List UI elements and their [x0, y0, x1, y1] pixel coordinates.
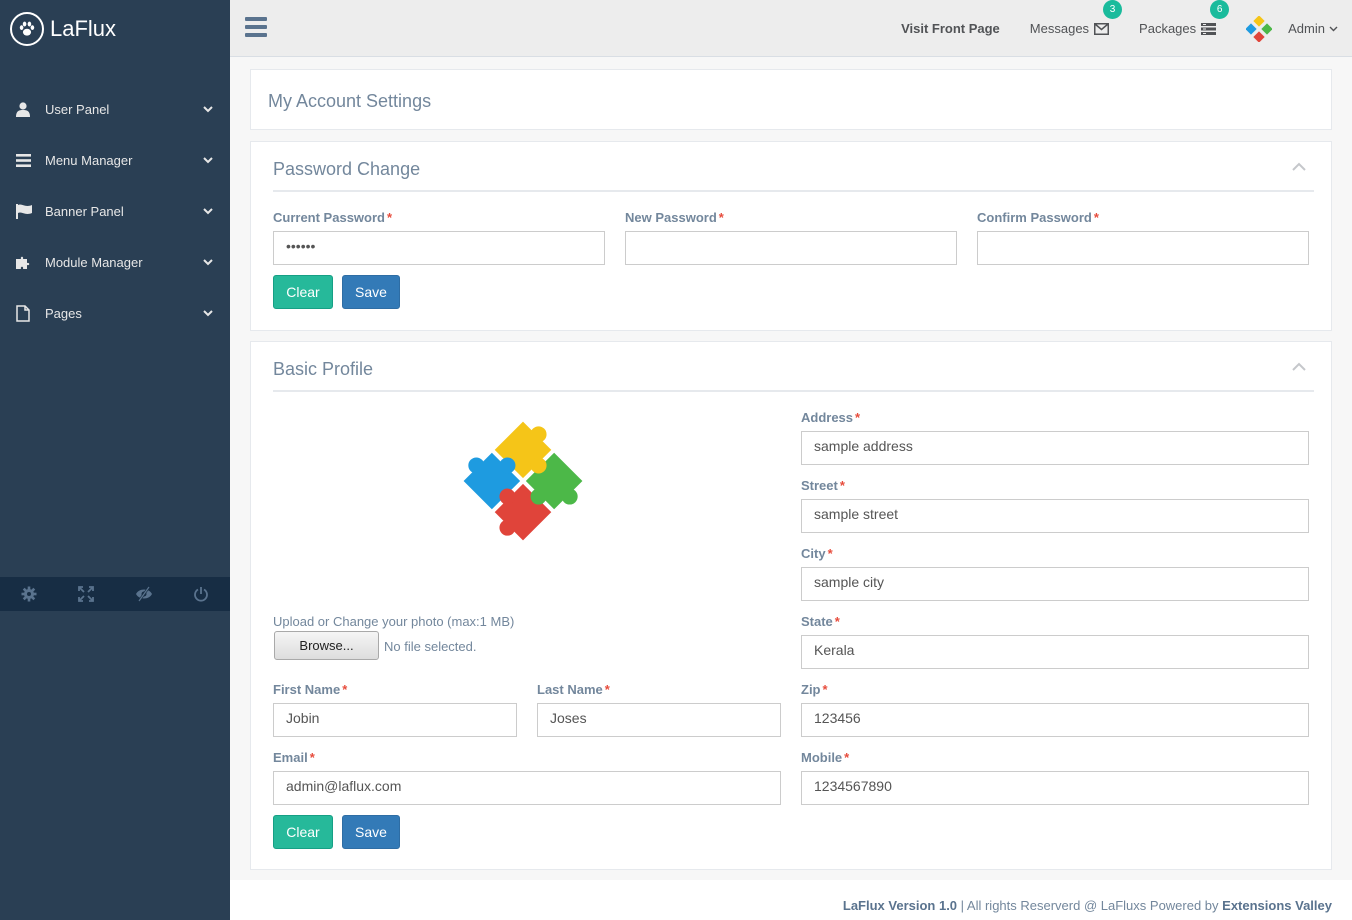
sidebar-item-menu-manager[interactable]: Menu Manager: [0, 135, 230, 186]
mobile-field[interactable]: 1234567890: [801, 771, 1309, 805]
fullscreen-icon[interactable]: [58, 586, 115, 602]
packages-label: Packages: [1139, 21, 1197, 36]
user-name: Admin: [1288, 21, 1325, 36]
chevron-down-icon: [202, 157, 214, 164]
save-button[interactable]: Save: [342, 275, 400, 309]
chevron-down-icon: [202, 208, 214, 215]
confirm-password-field[interactable]: [977, 231, 1309, 265]
zip-field[interactable]: 123456: [801, 703, 1309, 737]
sidebar-item-label: Module Manager: [45, 255, 143, 270]
upload-photo-label: Upload or Change your photo (max:1 MB): [273, 614, 515, 629]
side-menu: User Panel Menu Manager Banner Panel Mod…: [0, 84, 230, 339]
user-menu[interactable]: Admin: [1288, 21, 1338, 36]
paw-icon: [10, 11, 44, 46]
chevron-down-icon: [202, 310, 214, 317]
page-footer: LaFlux Version 1.0 | All rights Reserver…: [230, 880, 1352, 920]
footer-text: LaFlux Version 1.0 | All rights Reserver…: [843, 898, 1332, 913]
gear-icon[interactable]: [0, 586, 57, 602]
list-icon: [1201, 22, 1217, 35]
power-icon[interactable]: [173, 586, 230, 602]
sidebar-item-label: Banner Panel: [45, 204, 124, 219]
brand-name: LaFlux: [50, 15, 117, 41]
user-icon: [16, 102, 45, 117]
city-label: City *: [801, 546, 833, 561]
last-name-field[interactable]: Joses: [537, 703, 781, 737]
envelope-icon: [1094, 22, 1110, 35]
visit-front-page-link[interactable]: Visit Front Page: [901, 21, 1000, 36]
current-password-field[interactable]: ••••••: [273, 231, 605, 265]
footer-version: LaFlux Version 1.0: [842, 898, 958, 913]
profile-photo: [456, 414, 590, 548]
footer-rights: | All rights Reserverd @ LaFluxs Powered…: [957, 898, 1223, 913]
email-field[interactable]: admin@laflux.com: [273, 771, 781, 805]
file-status: No file selected.: [384, 639, 477, 654]
messages-badge: 3: [1103, 0, 1123, 19]
messages-label: Messages: [1029, 21, 1090, 36]
zip-label: Zip *: [801, 682, 828, 697]
sidebar-item-pages[interactable]: Pages: [0, 288, 230, 339]
messages-link[interactable]: Messages 3: [1029, 0, 1123, 36]
avatar[interactable]: [1246, 15, 1273, 42]
sidebar: LaFlux User Panel Menu Manager Banner Pa…: [0, 0, 230, 920]
clear-button[interactable]: Clear: [273, 815, 333, 849]
menu-toggle-icon[interactable]: [245, 16, 267, 38]
address-label: Address *: [801, 410, 861, 425]
sidebar-item-label: Pages: [45, 306, 82, 321]
first-name-field[interactable]: Jobin: [273, 703, 517, 737]
street-field[interactable]: sample street: [801, 499, 1309, 533]
save-button[interactable]: Save: [342, 815, 400, 849]
sidebar-footer: [0, 577, 230, 611]
brand[interactable]: LaFlux: [0, 0, 230, 57]
flag-icon: [16, 204, 45, 219]
chevron-down-icon: [202, 106, 214, 113]
top-navbar: Visit Front Page Messages 3 Packages 6 A…: [230, 0, 1352, 57]
panel-header: Basic Profile: [273, 342, 1314, 392]
current-password-label: Current Password *: [273, 210, 393, 225]
state-field[interactable]: Kerala: [801, 635, 1309, 669]
new-password-label: New Password *: [625, 210, 724, 225]
chevron-up-icon[interactable]: [1292, 362, 1306, 371]
panel-title: Basic Profile: [273, 359, 374, 379]
sidebar-item-banner-panel[interactable]: Banner Panel: [0, 186, 230, 237]
eye-slash-icon[interactable]: [115, 586, 172, 602]
city-field[interactable]: sample city: [801, 567, 1309, 601]
last-name-label: Last Name *: [537, 682, 610, 697]
confirm-password-label: Confirm Password *: [977, 210, 1099, 225]
file-icon: [16, 305, 45, 322]
footer-company-link[interactable]: Extensions Valley: [1222, 898, 1332, 913]
panel-header: Password Change: [273, 142, 1314, 192]
address-field[interactable]: sample address: [801, 431, 1309, 465]
page-title-panel: My Account Settings: [250, 69, 1332, 130]
page-title: My Account Settings: [268, 91, 432, 111]
chevron-down-icon: [202, 259, 214, 266]
puzzle-icon: [16, 255, 45, 271]
sidebar-item-user-panel[interactable]: User Panel: [0, 84, 230, 135]
packages-link[interactable]: Packages 6: [1139, 0, 1230, 36]
state-label: State *: [801, 614, 840, 629]
browse-button[interactable]: Browse...: [274, 631, 379, 660]
chevron-down-icon: [1329, 26, 1338, 32]
sidebar-item-label: User Panel: [45, 102, 110, 117]
packages-badge: 6: [1210, 0, 1230, 19]
mobile-label: Mobile *: [801, 750, 850, 765]
email-label: Email *: [273, 750, 315, 765]
chevron-up-icon[interactable]: [1292, 162, 1306, 171]
clear-button[interactable]: Clear: [273, 275, 333, 309]
street-label: Street *: [801, 478, 845, 493]
sidebar-item-label: Menu Manager: [45, 153, 133, 168]
basic-profile-panel: Basic Profile Upload or Change your phot…: [250, 341, 1332, 870]
panel-title: Password Change: [273, 159, 421, 179]
sidebar-item-module-manager[interactable]: Module Manager: [0, 237, 230, 288]
first-name-label: First Name *: [273, 682, 348, 697]
new-password-field[interactable]: [625, 231, 957, 265]
bars-icon: [16, 154, 45, 167]
password-change-panel: Password Change Current Password * ••••••…: [250, 141, 1332, 331]
